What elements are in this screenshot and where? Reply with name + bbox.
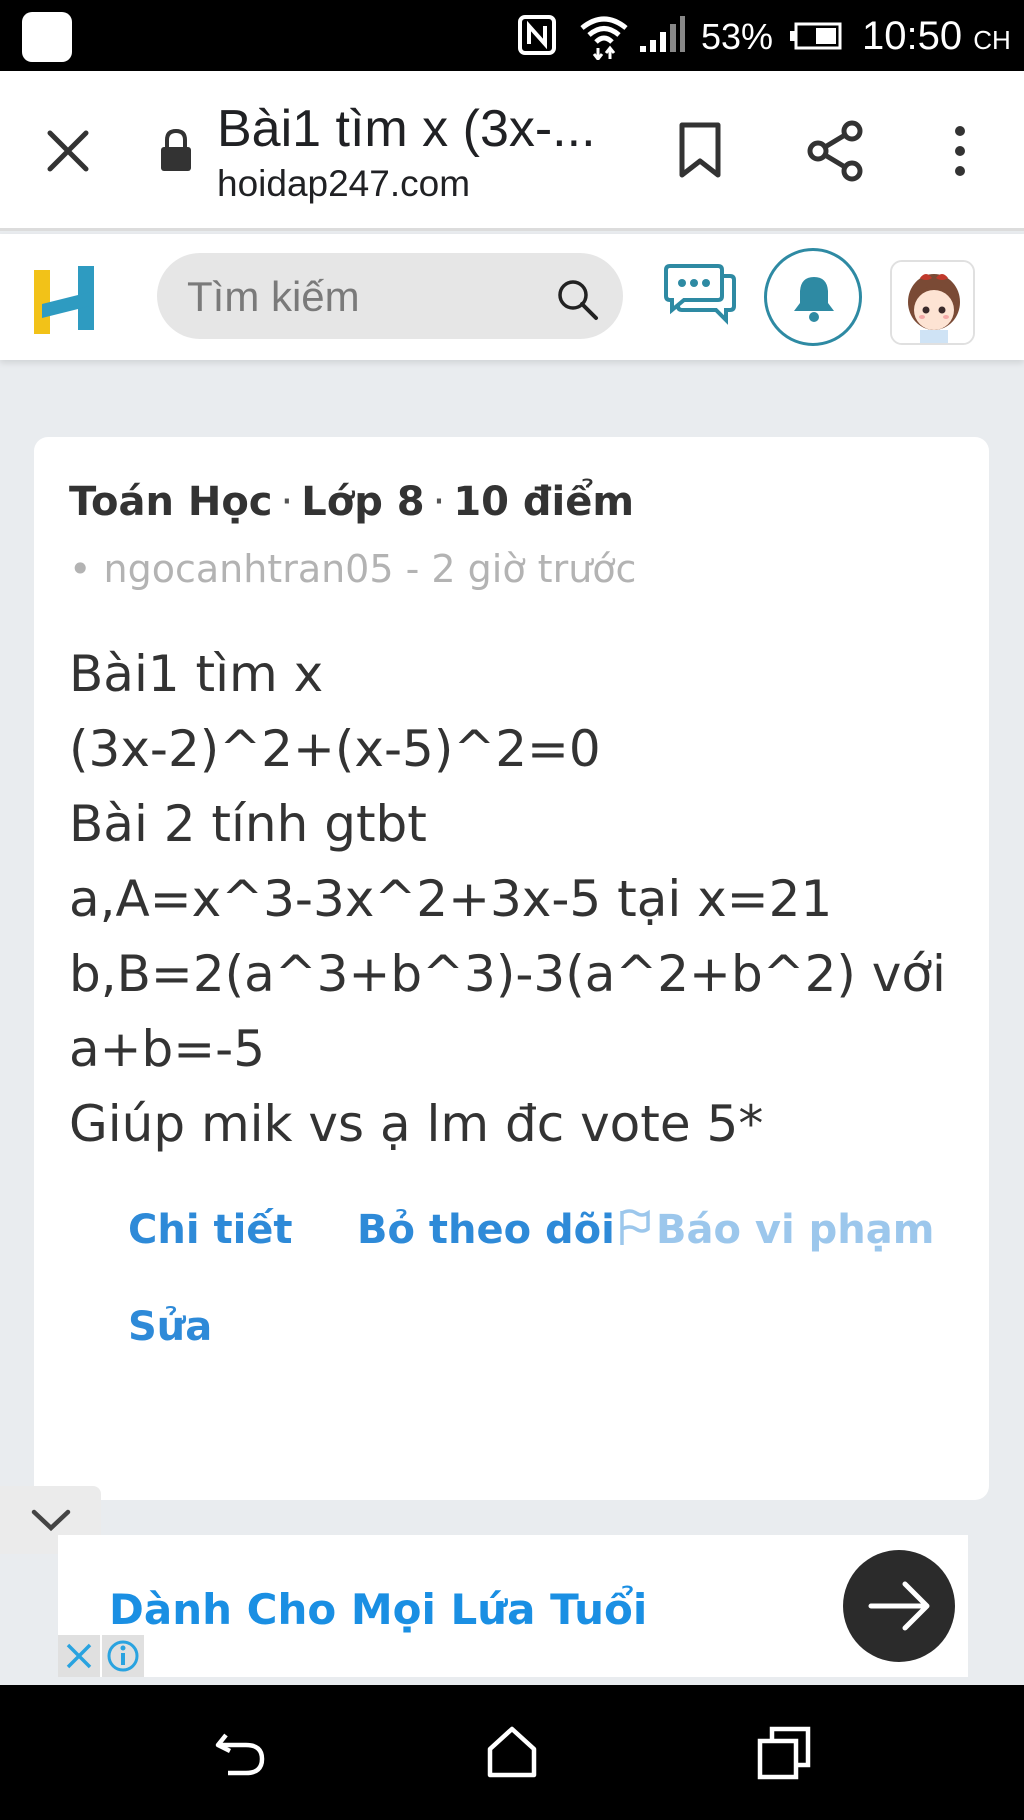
ad-close-button[interactable] bbox=[58, 1635, 100, 1677]
battery-percent: 53% bbox=[701, 16, 774, 57]
hoidap247-logo[interactable] bbox=[32, 264, 98, 336]
unfollow-link[interactable]: Bỏ theo dõi bbox=[357, 1207, 615, 1253]
avatar[interactable] bbox=[890, 260, 975, 345]
grade-label[interactable]: Lớp 8 bbox=[301, 479, 424, 525]
meta-separator: · bbox=[280, 479, 294, 525]
close-icon bbox=[66, 1643, 92, 1669]
meta-separator: · bbox=[432, 479, 446, 525]
question-line: Giúp mik vs ạ lm đc vote 5* bbox=[69, 1095, 764, 1153]
home-icon[interactable] bbox=[484, 1723, 540, 1781]
chevron-down-icon bbox=[31, 1509, 71, 1532]
subject-label[interactable]: Toán Học bbox=[69, 479, 273, 525]
chat-icon[interactable] bbox=[664, 262, 736, 326]
question-line: (3x-2)^2+(x-5)^2=0 bbox=[69, 720, 601, 778]
question-line: Bài 2 tính gtbt bbox=[69, 795, 427, 853]
edit-link[interactable]: Sửa bbox=[128, 1304, 212, 1350]
close-icon[interactable] bbox=[40, 123, 96, 179]
info-icon bbox=[107, 1640, 139, 1672]
browser-toolbar: Bài1 tìm x (3x-... hoidap247.com bbox=[0, 71, 1024, 231]
notifications-button[interactable] bbox=[764, 248, 862, 346]
clock-suffix: CH bbox=[973, 25, 1011, 55]
bookmark-icon[interactable] bbox=[672, 119, 728, 183]
search-input[interactable]: Tìm kiếm bbox=[157, 253, 623, 339]
question-line: Bài1 tìm x bbox=[69, 645, 324, 703]
search-placeholder: Tìm kiếm bbox=[187, 273, 360, 320]
lock-icon[interactable] bbox=[158, 127, 194, 175]
avatar-image bbox=[892, 262, 973, 343]
status-bar: 53% 10:50 CH bbox=[0, 0, 1024, 71]
question-line: a+b=-5 bbox=[69, 1020, 266, 1078]
report-link[interactable]: Báo vi phạm bbox=[616, 1207, 934, 1253]
flag-icon bbox=[620, 1209, 650, 1245]
question-body: Bài1 tìm x (3x-2)^2+(x-5)^2=0 Bài 2 tính… bbox=[69, 637, 949, 1162]
ad-arrow-button[interactable] bbox=[843, 1550, 955, 1662]
report-label: Báo vi phạm bbox=[656, 1207, 935, 1253]
arrow-right-icon bbox=[868, 1581, 930, 1631]
clock: 10:50 CH bbox=[862, 14, 1011, 59]
app-notification-icon bbox=[22, 12, 72, 62]
more-vert-icon[interactable] bbox=[940, 119, 980, 183]
page-title[interactable]: Bài1 tìm x (3x-... bbox=[217, 99, 596, 159]
ad-banner[interactable]: Dành Cho Mọi Lứa Tuổi bbox=[58, 1535, 968, 1677]
author-line[interactable]: • ngocanhtran05 - 2 giờ trước bbox=[69, 547, 636, 591]
detail-link[interactable]: Chi tiết bbox=[128, 1207, 293, 1253]
question-meta: Toán Học · Lớp 8 · 10 điểm bbox=[69, 479, 634, 525]
search-icon[interactable] bbox=[555, 277, 599, 321]
ad-text[interactable]: Dành Cho Mọi Lứa Tuổi bbox=[109, 1585, 647, 1634]
signal-icon bbox=[640, 16, 685, 52]
share-icon[interactable] bbox=[806, 119, 866, 183]
question-line: b,B=2(a^3+b^3)-3(a^2+b^2) với bbox=[69, 945, 946, 1003]
bell-icon bbox=[794, 277, 834, 322]
page-bottom bbox=[0, 1677, 1024, 1685]
question-line: a,A=x^3-3x^2+3x-5 tại x=21 bbox=[69, 870, 833, 928]
back-icon[interactable] bbox=[212, 1725, 268, 1781]
ad-info-button[interactable] bbox=[102, 1635, 144, 1677]
site-header: Tìm kiếm bbox=[0, 234, 1024, 360]
page-domain[interactable]: hoidap247.com bbox=[217, 163, 470, 205]
wifi-icon bbox=[580, 16, 628, 60]
question-card: Toán Học · Lớp 8 · 10 điểm • ngocanhtran05 -… bbox=[34, 437, 989, 1500]
points-label: 10 điểm bbox=[453, 479, 635, 525]
system-nav-bar bbox=[0, 1685, 1024, 1820]
recents-icon[interactable] bbox=[756, 1725, 812, 1781]
battery-icon bbox=[790, 22, 842, 50]
clock-time: 10:50 bbox=[862, 14, 963, 58]
nfc-icon bbox=[518, 15, 556, 55]
